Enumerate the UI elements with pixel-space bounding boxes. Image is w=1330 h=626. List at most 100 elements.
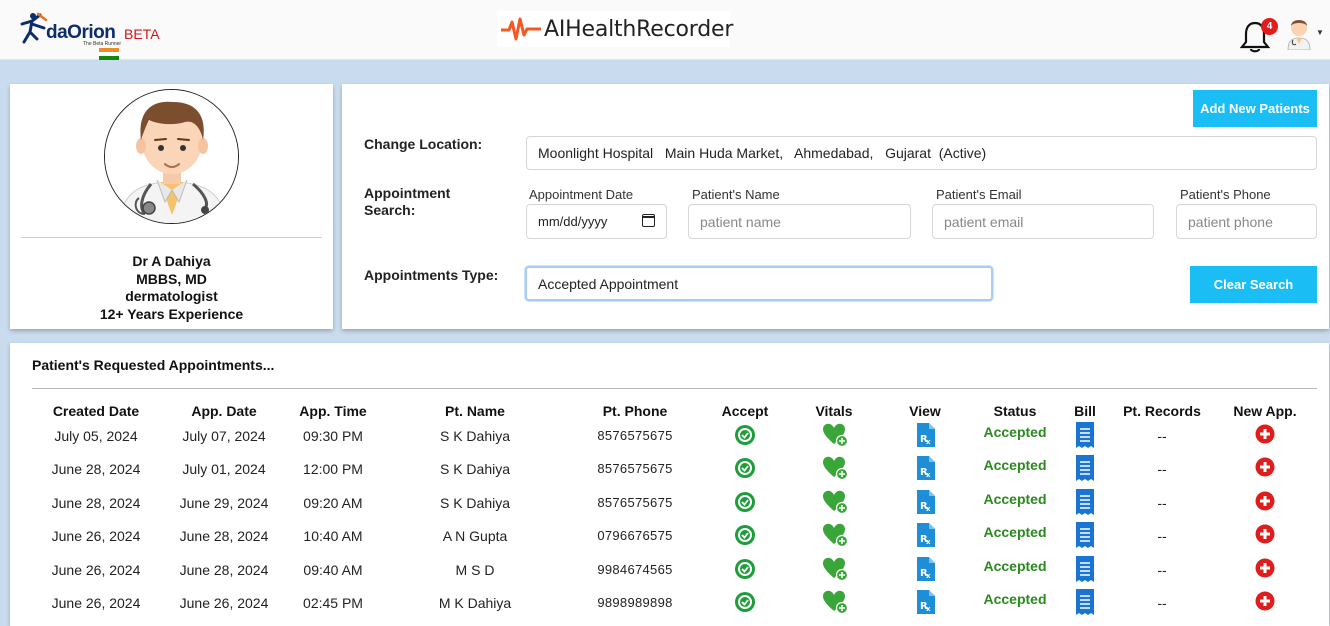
app-time-cell: 02:45 PM <box>303 595 363 611</box>
table-row: June 26, 2024 June 28, 2024 10:40 AM A N Gu… <box>10 522 1329 559</box>
app-time-cell: 09:40 AM <box>303 562 363 578</box>
appointment-date-label: Appointment Date <box>529 187 634 202</box>
pt-name-cell: A N Gupta <box>442 528 508 544</box>
appointments-type-select[interactable]: Accepted Appointment <box>525 266 993 301</box>
header-pt-phone: Pt. Phone <box>602 403 668 419</box>
vitals-heart-icon[interactable] <box>823 456 849 485</box>
accept-icon[interactable] <box>734 424 756 451</box>
user-menu-caret-icon[interactable]: ▼ <box>1316 28 1324 37</box>
table-row: June 26, 2024 June 26, 2024 02:45 PM M K Da… <box>10 589 1329 626</box>
pt-name-cell: S K Dahiya <box>439 495 511 511</box>
view-prescription-icon[interactable]: Rx <box>915 456 935 485</box>
location-value: Moonlight Hospital Main Huda Market, Ahm… <box>538 145 987 161</box>
calendar-icon[interactable] <box>642 214 655 227</box>
accept-icon[interactable] <box>734 457 756 484</box>
logo-tagline: The Beta Runner <box>83 41 122 47</box>
status-cell: Accepted <box>983 558 1047 574</box>
view-prescription-icon[interactable]: Rx <box>915 423 935 452</box>
table-divider <box>32 388 1317 389</box>
location-select[interactable]: Moonlight Hospital Main Huda Market, Ahm… <box>526 136 1317 170</box>
pt-phone-cell: 9898989898 <box>597 595 673 610</box>
header-status: Status <box>993 403 1037 419</box>
view-prescription-icon[interactable]: Rx <box>915 523 935 552</box>
app-date-cell: June 28, 2024 <box>179 562 269 578</box>
accept-icon[interactable] <box>734 591 756 618</box>
new-appointment-icon[interactable] <box>1255 424 1275 449</box>
doctor-avatar <box>104 89 239 224</box>
pt-name-cell: S K Dahiya <box>439 428 511 444</box>
view-prescription-icon[interactable]: Rx <box>915 590 935 619</box>
vitals-heart-icon[interactable] <box>823 557 849 586</box>
pt-records-cell: -- <box>1157 495 1167 511</box>
india-flag-icon <box>99 48 119 60</box>
svg-text:x: x <box>926 572 931 580</box>
new-appointment-icon[interactable] <box>1255 591 1275 616</box>
brand-title: AIHealthRecorder <box>497 11 734 47</box>
bill-icon[interactable] <box>1075 422 1095 453</box>
header-accept: Accept <box>721 403 769 419</box>
created-date-cell: July 05, 2024 <box>54 428 138 444</box>
app-time-cell: 09:20 AM <box>303 495 363 511</box>
appointment-date-input[interactable]: mm/dd/yyyy <box>526 204 667 239</box>
patient-phone-input[interactable]: patient phone <box>1176 204 1317 239</box>
app-time-cell: 10:40 AM <box>303 528 363 544</box>
app-time-cell: 09:30 PM <box>303 428 363 444</box>
vitals-heart-icon[interactable] <box>823 423 849 452</box>
created-date-cell: June 26, 2024 <box>51 528 141 544</box>
app-date-cell: June 26, 2024 <box>179 595 269 611</box>
status-cell: Accepted <box>983 457 1047 473</box>
pt-records-cell: -- <box>1157 461 1167 477</box>
table-row: June 28, 2024 July 01, 2024 12:00 PM S K Da… <box>10 455 1329 492</box>
app-time-cell: 12:00 PM <box>303 461 363 477</box>
accept-icon[interactable] <box>734 558 756 585</box>
view-prescription-icon[interactable]: Rx <box>915 557 935 586</box>
brand-text: AIHealthRecorder <box>544 17 734 42</box>
vitals-heart-icon[interactable] <box>823 523 849 552</box>
doctor-illustration-icon <box>105 90 238 223</box>
add-new-patients-button[interactable]: Add New Patients <box>1193 90 1317 127</box>
pt-records-cell: -- <box>1157 562 1167 578</box>
created-date-cell: June 26, 2024 <box>51 562 141 578</box>
table-row: July 05, 2024 July 07, 2024 09:30 PM S K Da… <box>10 422 1329 459</box>
bill-icon[interactable] <box>1075 522 1095 553</box>
pt-records-cell: -- <box>1157 428 1167 444</box>
bill-icon[interactable] <box>1075 455 1095 486</box>
header-new-app: New App. <box>1233 403 1297 419</box>
patient-email-input[interactable]: patient email <box>932 204 1154 239</box>
header-app-time: App. Time <box>299 403 367 419</box>
clear-search-button[interactable]: Clear Search <box>1190 266 1317 303</box>
new-appointment-icon[interactable] <box>1255 457 1275 482</box>
requested-appointments-panel: Patient's Requested Appointments... Crea… <box>10 343 1329 626</box>
doctor-experience: 12+ Years Experience <box>99 305 244 322</box>
app-date-cell: June 29, 2024 <box>179 495 269 511</box>
svg-text:x: x <box>926 471 931 479</box>
svg-text:x: x <box>926 538 931 546</box>
patient-name-input[interactable]: patient name <box>688 204 911 239</box>
view-prescription-icon[interactable]: Rx <box>915 490 935 519</box>
table-row: June 26, 2024 June 28, 2024 09:40 AM M S D 9… <box>10 556 1329 593</box>
accept-icon[interactable] <box>734 491 756 518</box>
bill-icon[interactable] <box>1075 489 1095 520</box>
doctor-info: Dr A Dahiya MBBS, MD dermatologist 12+ Y… <box>10 253 333 323</box>
accept-icon[interactable] <box>734 524 756 551</box>
created-date-cell: June 28, 2024 <box>51 461 141 477</box>
pt-phone-cell: 8576575675 <box>597 461 673 476</box>
doctor-degree: MBBS, MD <box>136 270 207 287</box>
svg-text:x: x <box>926 605 931 613</box>
new-appointment-icon[interactable] <box>1255 558 1275 583</box>
table-row: June 28, 2024 June 29, 2024 09:20 AM S K Da… <box>10 489 1329 526</box>
new-appointment-icon[interactable] <box>1255 491 1275 516</box>
appointment-search-label: Appointment Search: <box>364 185 451 218</box>
appointments-type-label: Appointments Type: <box>364 267 499 283</box>
bill-icon[interactable] <box>1075 556 1095 587</box>
change-location-label: Change Location: <box>364 136 483 152</box>
header-view: View <box>909 403 941 419</box>
app-date-cell: July 07, 2024 <box>182 428 266 444</box>
vitals-heart-icon[interactable] <box>823 590 849 619</box>
patient-phone-label: Patient's Phone <box>1180 187 1271 202</box>
user-avatar-icon[interactable] <box>1285 14 1313 50</box>
vitals-heart-icon[interactable] <box>823 490 849 519</box>
new-appointment-icon[interactable] <box>1255 524 1275 549</box>
bill-icon[interactable] <box>1075 589 1095 620</box>
header-bill: Bill <box>1074 403 1096 419</box>
